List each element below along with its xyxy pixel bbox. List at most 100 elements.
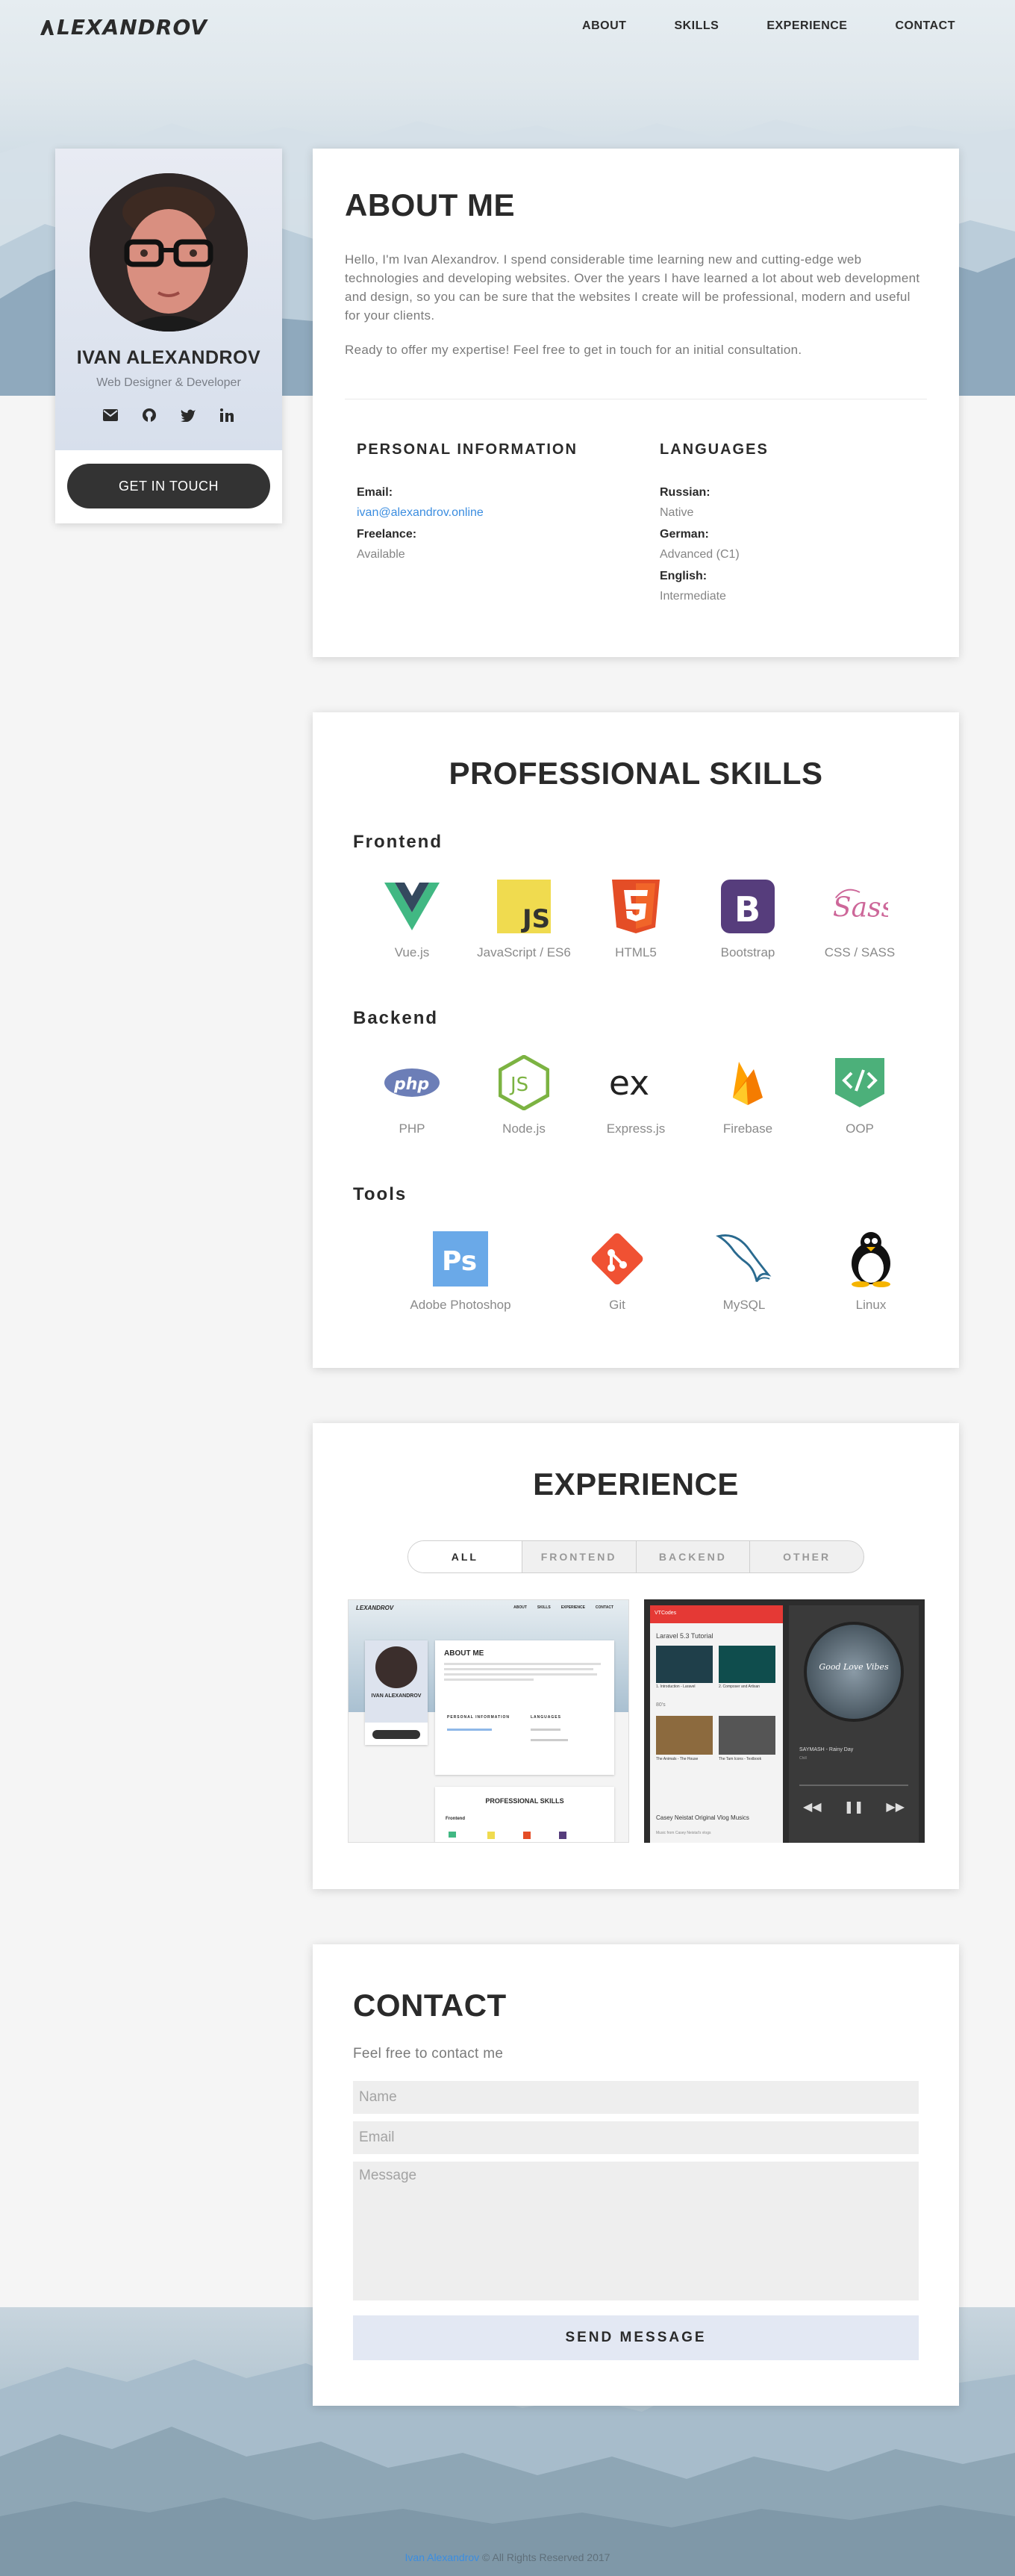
skill-label: Git [609, 1298, 625, 1312]
email-field[interactable] [353, 2121, 919, 2154]
pause-icon: ❚❚ [843, 1801, 864, 1814]
footer-author-link[interactable]: Ivan Alexandrov [405, 2551, 480, 2563]
tab-all[interactable]: ALL [408, 1541, 522, 1572]
language-value: Intermediate [660, 590, 726, 603]
skill-bootstrap: B Bootstrap [696, 878, 800, 960]
git-icon [589, 1231, 646, 1287]
express-icon: ex [608, 1054, 664, 1111]
svg-text:B: B [734, 889, 761, 930]
thumb-skills-card: PROFESSIONAL SKILLS Frontend [435, 1787, 614, 1842]
tab-frontend[interactable]: FRONTEND [522, 1541, 637, 1572]
profile-card: IVAN ALEXANDROV Web Designer & Developer… [55, 149, 282, 523]
skill-label: HTML5 [615, 945, 657, 959]
thumb-about-card: ABOUT ME PERSONAL INFORMATION LANGUAGES [435, 1640, 614, 1775]
skill-label: Adobe Photoshop [410, 1298, 511, 1312]
thumb-caption: The Tam Icons - Textbook [719, 1757, 762, 1761]
skill-vue: Vue.js [360, 878, 464, 960]
nodejs-icon: JS [496, 1054, 552, 1111]
skill-label: CSS / SASS [824, 945, 896, 959]
thumb-nav-item: ABOUT [513, 1605, 527, 1610]
message-field[interactable] [353, 2162, 919, 2300]
github-icon[interactable] [141, 407, 157, 423]
skill-label: Bootstrap [720, 945, 775, 959]
thumb-about-title: ABOUT ME [444, 1649, 484, 1658]
skill-php: php PHP [360, 1054, 464, 1136]
sass-icon: Sass [831, 878, 888, 935]
thumb-nav-item: SKILLS [537, 1605, 551, 1610]
about-cta-text: Ready to offer my expertise! Feel free t… [345, 343, 802, 357]
language-value: Advanced (C1) [660, 548, 740, 561]
thumb-video2-title: Casey Neistat Original Vlog Musics [656, 1814, 749, 1821]
contact-section: CONTACT Feel free to contact me SEND MES… [313, 1944, 959, 2406]
get-in-touch-button[interactable]: GET IN TOUCH [67, 464, 270, 508]
skill-label: Vue.js [394, 945, 430, 959]
avatar [90, 173, 248, 332]
thumb-nav-item: EXPERIENCE [560, 1605, 585, 1610]
skill-html5: HTML5 [584, 878, 688, 960]
skill-nodejs: JS Node.js [472, 1054, 576, 1136]
rewind-icon: ◀◀ [802, 1801, 822, 1814]
contact-subtitle: Feel free to contact me [353, 2046, 504, 2062]
skill-label: Linux [855, 1298, 887, 1312]
footer-rights-text: © All Rights Reserved 2017 [479, 2551, 610, 2563]
thumb-player-disc [804, 1622, 904, 1722]
thumb-app-list: VTCodes Laravel 5.3 Tutorial 1. Introduc… [650, 1605, 783, 1843]
contact-title: CONTACT [353, 1988, 507, 2023]
tab-backend[interactable]: BACKEND [637, 1541, 751, 1572]
svg-text:php: php [393, 1075, 429, 1094]
project-thumbnail-portfolio[interactable]: LEXANDROV ABOUT SKILLS EXPERIENCE CONTAC… [348, 1599, 629, 1843]
tab-other[interactable]: OTHER [750, 1541, 863, 1572]
twitter-icon[interactable] [180, 407, 196, 423]
profile-header: IVAN ALEXANDROV Web Designer & Developer [55, 149, 282, 450]
svg-text:JS: JS [509, 1074, 528, 1096]
html5-icon [608, 878, 664, 935]
skill-firebase: Firebase [696, 1054, 800, 1136]
skill-label: JavaScript / ES6 [477, 945, 571, 959]
nav-link-contact[interactable]: CONTACT [895, 19, 955, 33]
thumb-section-title: 80's [656, 1702, 666, 1708]
code-shield-icon [831, 1054, 888, 1111]
thumb-frontend-title: Frontend [446, 1817, 465, 1821]
footer-copyright: Ivan Alexandrov © All Rights Reserved 20… [0, 2551, 1015, 2563]
experience-section: EXPERIENCE ALL FRONTEND BACKEND OTHER LE… [313, 1423, 959, 1889]
thumb-nav: ABOUT SKILLS EXPERIENCE CONTACT [513, 1605, 613, 1610]
javascript-icon: JS [496, 878, 552, 935]
logo[interactable]: LEXANDROV [39, 15, 207, 40]
thumb-app-header: VTCodes [650, 1605, 783, 1623]
skill-label: PHP [399, 1121, 425, 1136]
nav-links: ABOUT SKILLS EXPERIENCE CONTACT [582, 19, 955, 33]
linkedin-icon[interactable] [219, 407, 235, 423]
avatar-image [90, 173, 248, 332]
nav-link-skills[interactable]: SKILLS [674, 19, 719, 33]
envelope-icon[interactable] [102, 407, 119, 423]
thumb-player: Good Love Vibes SAYMASH - Rainy Day Chil… [789, 1605, 919, 1843]
name-field[interactable] [353, 2081, 919, 2114]
about-section: ABOUT ME Hello, I'm Ivan Alexandrov. I s… [313, 149, 959, 657]
thumb-profile-name: IVAN ALEXANDROV [371, 1693, 422, 1699]
project-thumbnail-video-app[interactable]: VTCodes Laravel 5.3 Tutorial 1. Introduc… [644, 1599, 925, 1843]
thumb-track-sub: Chill [799, 1756, 807, 1761]
skill-photoshop: Ps Adobe Photoshop [393, 1231, 528, 1313]
thumb-nav-item: CONTACT [595, 1605, 613, 1610]
thumb-personal-title: PERSONAL INFORMATION [447, 1715, 510, 1720]
nav-link-about[interactable]: ABOUT [582, 19, 626, 33]
svg-text:Sass: Sass [833, 892, 888, 923]
firebase-icon [719, 1054, 776, 1111]
bootstrap-icon: B [719, 878, 776, 935]
language-label: German: [660, 528, 709, 541]
send-message-button[interactable]: SEND MESSAGE [353, 2315, 919, 2360]
thumb-player-text: Good Love Vibes [819, 1662, 889, 1672]
skill-oop: OOP [808, 1054, 912, 1136]
skill-sass: Sass CSS / SASS [808, 878, 912, 960]
thumb-player-controls: ◀◀ ❚❚ ▶▶ [789, 1799, 919, 1814]
skill-label: Express.js [606, 1121, 666, 1136]
thumb-logo: LEXANDROV [356, 1605, 394, 1611]
svg-text:Ps: Ps [442, 1246, 477, 1277]
thumb-track: SAYMASH - Rainy Day [799, 1747, 854, 1752]
skills-section: PROFESSIONAL SKILLS Frontend Vue.js JS J… [313, 712, 959, 1368]
language-value: Native [660, 506, 694, 519]
email-link[interactable]: ivan@alexandrov.online [357, 506, 484, 520]
nav-link-experience[interactable]: EXPERIENCE [766, 19, 847, 33]
skill-mysql: MySQL [692, 1231, 796, 1313]
profile-name: IVAN ALEXANDROV [76, 347, 261, 368]
